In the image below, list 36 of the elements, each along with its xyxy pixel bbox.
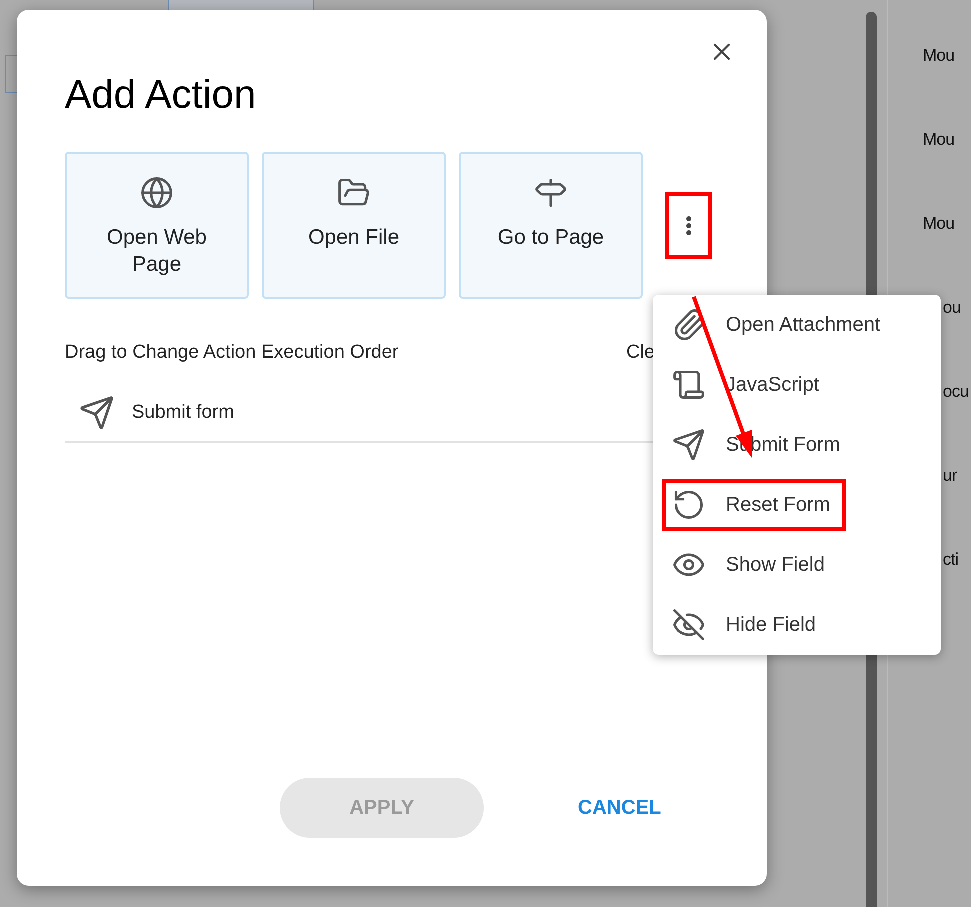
side-item-label: ocu — [943, 381, 970, 403]
menu-item-label: Show Field — [726, 553, 825, 578]
menu-item[interactable]: Open Attachment — [653, 295, 941, 355]
action-card[interactable]: Go to Page — [459, 152, 643, 299]
menu-item-label: Reset Form — [726, 493, 830, 518]
side-item-label: ur — [943, 465, 958, 487]
side-item-label: Mou — [923, 45, 956, 67]
paper-plane-icon — [79, 395, 115, 431]
reset-icon — [672, 488, 706, 522]
action-card[interactable]: Open File — [262, 152, 446, 299]
list-heading: Drag to Change Action Execution Order — [65, 341, 399, 365]
cancel-button[interactable]: CANCEL — [578, 778, 662, 838]
kebab-icon — [686, 216, 692, 236]
card-label: Open Web Page — [106, 225, 208, 278]
menu-item[interactable]: Show Field — [653, 535, 941, 595]
side-item-label: Mou — [923, 129, 956, 151]
paper-plane-icon — [672, 428, 706, 462]
action-card[interactable]: Open Web Page — [65, 152, 249, 299]
card-label: Go to Page — [498, 225, 604, 251]
menu-item[interactable]: Hide Field — [653, 595, 941, 655]
side-item-label: cti — [943, 549, 960, 571]
menu-item-label: JavaScript — [726, 373, 820, 398]
signpost-icon — [534, 176, 568, 210]
menu-item-label: Open Attachment — [726, 313, 881, 338]
globe-icon — [140, 176, 174, 210]
more-button[interactable] — [665, 192, 712, 259]
side-item-label: Mou — [923, 213, 956, 235]
side-item-label: ou — [943, 297, 962, 319]
eye-off-icon — [672, 608, 706, 642]
scroll-icon — [672, 368, 706, 402]
clear-link[interactable]: Cle — [626, 341, 655, 365]
card-label: Open File — [308, 225, 400, 251]
menu-item[interactable]: Reset Form — [653, 475, 941, 535]
dialog-title: Add Action — [65, 72, 256, 119]
action-label: Submit form — [132, 400, 234, 425]
menu-item-label: Hide Field — [726, 613, 816, 638]
